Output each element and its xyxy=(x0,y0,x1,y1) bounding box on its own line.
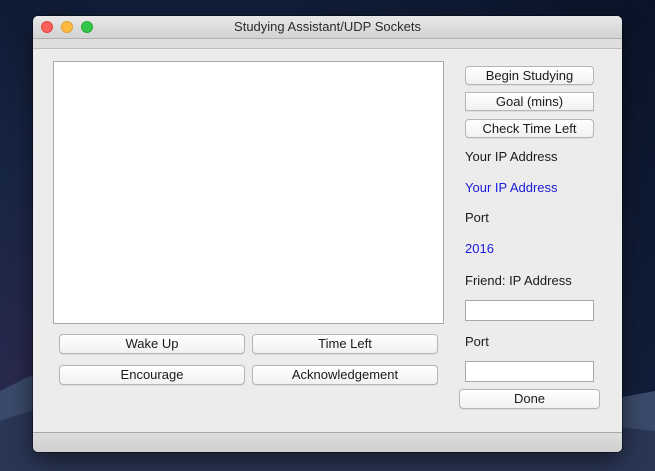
your-ip-value: Your IP Address xyxy=(465,180,558,195)
friend-ip-input[interactable] xyxy=(465,300,594,321)
encourage-button[interactable]: Encourage xyxy=(59,365,245,385)
window-title: Studying Assistant/UDP Sockets xyxy=(234,19,421,34)
message-log-area[interactable] xyxy=(53,61,444,324)
friend-ip-label: Friend: IP Address xyxy=(465,273,572,288)
app-window: Studying Assistant/UDP Sockets Begin Stu… xyxy=(33,16,622,452)
your-ip-label: Your IP Address xyxy=(465,149,558,164)
friend-port-input[interactable] xyxy=(465,361,594,382)
friend-port-label: Port xyxy=(465,334,489,349)
check-time-left-button[interactable]: Check Time Left xyxy=(465,119,594,138)
title-bar[interactable]: Studying Assistant/UDP Sockets xyxy=(33,16,622,39)
time-left-button[interactable]: Time Left xyxy=(252,334,438,354)
status-bar xyxy=(33,432,622,452)
begin-studying-button[interactable]: Begin Studying xyxy=(465,66,594,85)
port-value: 2016 xyxy=(465,241,494,256)
goal-minutes-button[interactable]: Goal (mins) xyxy=(465,92,594,111)
toolbar-strip xyxy=(33,39,622,49)
done-button[interactable]: Done xyxy=(459,389,600,409)
wake-up-button[interactable]: Wake Up xyxy=(59,334,245,354)
acknowledgement-button[interactable]: Acknowledgement xyxy=(252,365,438,385)
port-label: Port xyxy=(465,210,489,225)
